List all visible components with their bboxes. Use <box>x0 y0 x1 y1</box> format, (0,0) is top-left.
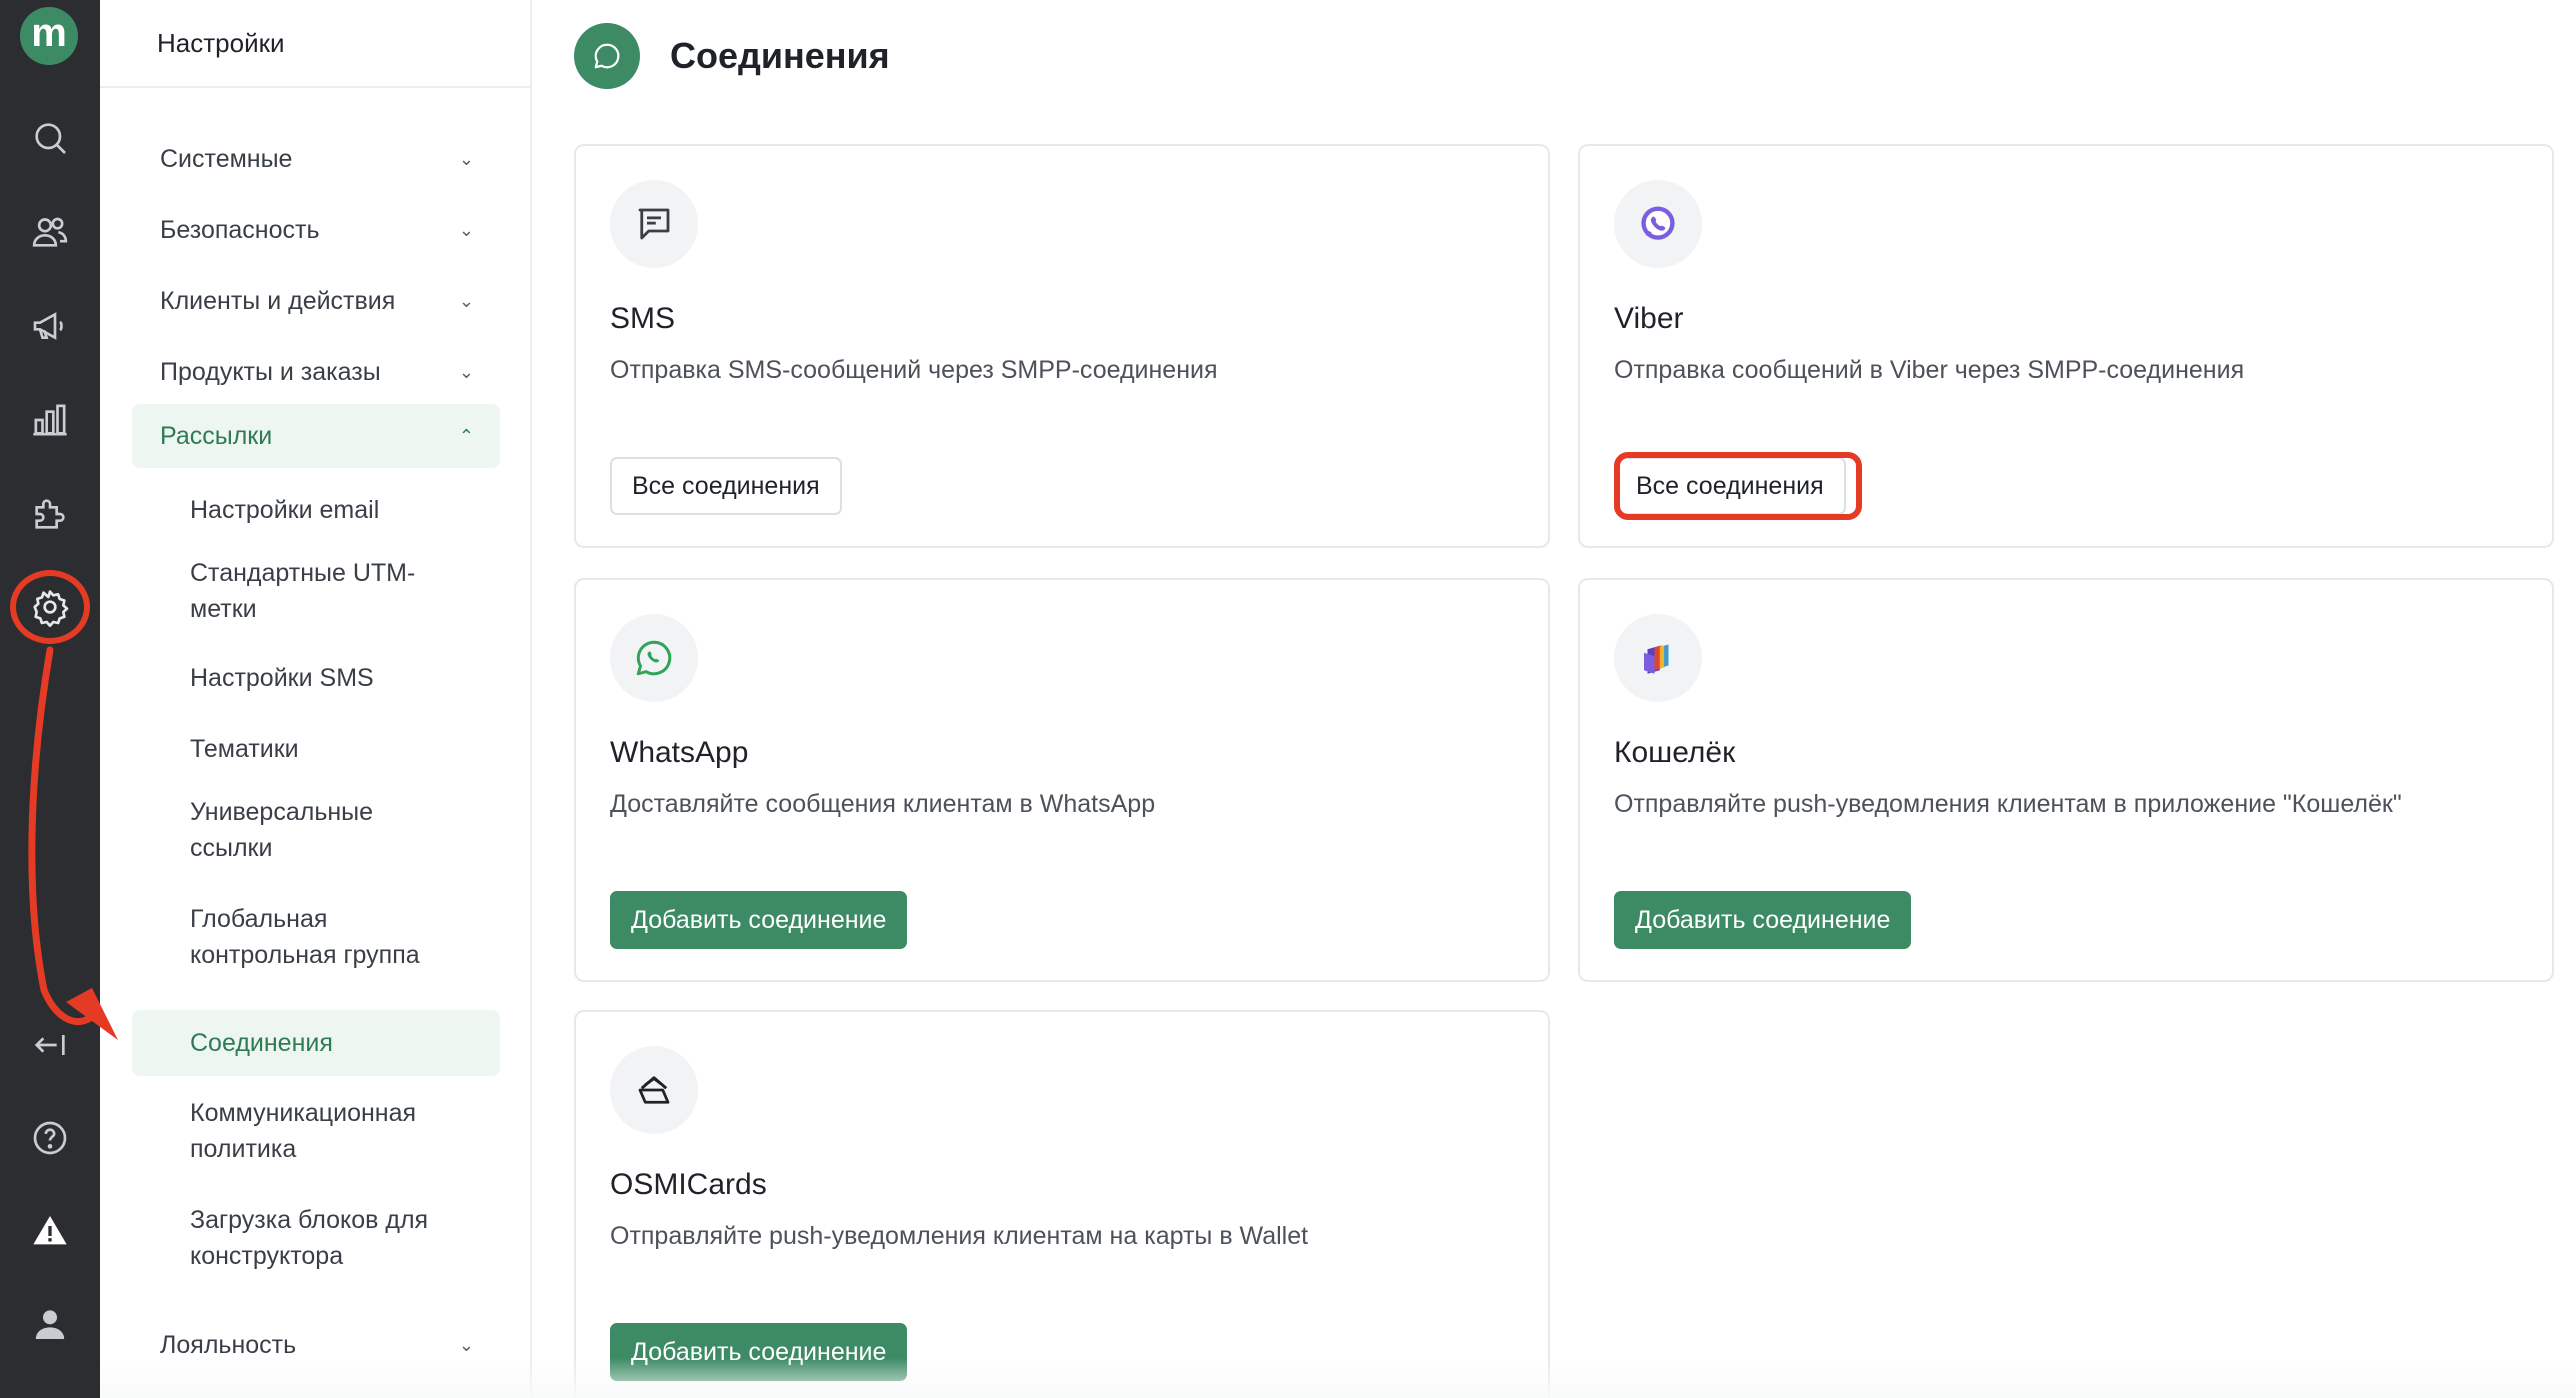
puzzle-icon[interactable] <box>0 474 100 554</box>
page-header: Соединения <box>574 22 890 90</box>
sub-item-label: Универсальные ссылки <box>190 798 374 862</box>
card-description: Доставляйте сообщения клиентам в WhatsAp… <box>610 790 1156 818</box>
nav-section-label: Лояльность <box>160 1331 297 1359</box>
card-title: Viber <box>1614 302 1684 335</box>
viber-icon <box>1614 180 1702 268</box>
warning-icon[interactable] <box>0 1191 100 1271</box>
sidebar-title: Настройки <box>100 0 530 88</box>
settings-icon[interactable] <box>0 567 100 647</box>
nav-section-label: Продукты и заказы <box>160 358 381 386</box>
collapse-icon[interactable] <box>0 1005 100 1085</box>
add-connection-button[interactable]: Добавить соединение <box>1614 891 1912 949</box>
sub-item-block-upload[interactable]: Загрузка блоков для конструктора <box>132 1193 500 1283</box>
megaphone-icon[interactable] <box>0 286 100 366</box>
nav-section-security[interactable]: Безопасность ⌄ <box>132 201 500 259</box>
search-icon[interactable] <box>0 98 100 178</box>
nav-section-loyalty[interactable]: Лояльность ⌄ <box>132 1316 500 1374</box>
sub-item-communication-policy[interactable]: Коммуникационная политика <box>132 1086 500 1176</box>
connection-card-sms: SMS Отправка SMS-сообщений через SMPP-со… <box>574 144 1550 548</box>
logo[interactable]: m <box>20 7 78 65</box>
card-title: OSMICards <box>610 1168 767 1201</box>
card-description: Отправляйте push-уведомления клиентам в … <box>1614 790 2402 818</box>
card-title: WhatsApp <box>610 736 749 769</box>
card-title: Кошелёк <box>1614 736 1736 769</box>
nav-section-label: Системные <box>160 145 293 173</box>
nav-section-label: Рассылки <box>160 422 273 450</box>
icon-rail: m <box>0 0 100 1398</box>
whatsapp-icon <box>610 614 698 702</box>
connection-card-koshelek: Кошелёк Отправляйте push-уведомления кли… <box>1578 578 2554 982</box>
chevron-up-icon: ⌃ <box>458 426 474 446</box>
sub-item-label: Настройки email <box>190 496 380 524</box>
message-icon <box>610 180 698 268</box>
sub-item-universal-links[interactable]: Универсальные ссылки <box>132 785 500 875</box>
sub-item-connections[interactable]: Соединения <box>132 1010 500 1076</box>
main-content: Соединения SMS Отправка SMS-сообщений че… <box>532 0 2576 1398</box>
nav-section-mailings[interactable]: Рассылки ⌃ <box>132 404 500 468</box>
all-connections-button[interactable]: Все соединения <box>610 457 842 515</box>
chevron-down-icon: ⌄ <box>458 291 474 311</box>
sub-item-email-settings[interactable]: Настройки email <box>132 478 500 542</box>
sub-item-topics[interactable]: Тематики <box>132 717 500 781</box>
all-connections-button[interactable]: Все соединения <box>1614 457 1846 515</box>
card-description: Отправка сообщений в Viber через SMPP-со… <box>1614 356 2245 384</box>
connection-card-osmicards: OSMICards Отправляйте push-уведомления к… <box>574 1010 1550 1398</box>
app-window: m Настройки Системные ⌄ Безопасность ⌄ К… <box>0 0 2576 1398</box>
chevron-down-icon: ⌄ <box>458 362 474 382</box>
wallet-app-icon <box>1614 614 1702 702</box>
connection-card-viber: Viber Отправка сообщений в Viber через S… <box>1578 144 2554 548</box>
cards-icon <box>610 1046 698 1134</box>
sub-item-label: Глобальная контрольная группа <box>190 905 420 969</box>
connection-card-whatsapp: WhatsApp Доставляйте сообщения клиентам … <box>574 578 1550 982</box>
card-title: SMS <box>610 302 676 335</box>
nav-section-label: Безопасность <box>160 216 320 244</box>
sub-item-label: Тематики <box>190 735 299 763</box>
sub-item-label: Настройки SMS <box>190 664 374 692</box>
nav-section-label: Клиенты и действия <box>160 287 396 315</box>
chevron-down-icon: ⌄ <box>458 1335 474 1355</box>
nav-section-system[interactable]: Системные ⌄ <box>132 130 500 188</box>
sub-item-label: Стандартные UTM-метки <box>190 559 416 623</box>
sub-item-sms-settings[interactable]: Настройки SMS <box>132 646 500 710</box>
add-connection-button[interactable]: Добавить соединение <box>610 891 908 949</box>
add-connection-button[interactable]: Добавить соединение <box>610 1323 908 1381</box>
sub-item-label: Коммуникационная политика <box>190 1099 417 1163</box>
page-title: Соединения <box>670 35 890 76</box>
logo-letter: m <box>31 11 67 55</box>
nav-section-clients[interactable]: Клиенты и действия ⌄ <box>132 272 500 330</box>
chat-bubble-icon <box>574 23 640 89</box>
sub-item-global-control-group[interactable]: Глобальная контрольная группа <box>132 892 500 982</box>
card-description: Отправляйте push-уведомления клиентам на… <box>610 1222 1309 1250</box>
bar-chart-icon[interactable] <box>0 380 100 460</box>
help-icon[interactable] <box>0 1098 100 1178</box>
users-icon[interactable] <box>0 192 100 272</box>
chevron-down-icon: ⌄ <box>458 220 474 240</box>
sub-item-label: Загрузка блоков для конструктора <box>190 1206 429 1270</box>
sub-item-label: Соединения <box>190 1029 333 1057</box>
nav-section-products[interactable]: Продукты и заказы ⌄ <box>132 343 500 401</box>
settings-sidebar: Настройки Системные ⌄ Безопасность ⌄ Кли… <box>100 0 532 1398</box>
sub-item-utm[interactable]: Стандартные UTM-метки <box>132 546 500 636</box>
chevron-down-icon: ⌄ <box>458 149 474 169</box>
user-icon[interactable] <box>0 1284 100 1364</box>
card-description: Отправка SMS-сообщений через SMPP-соедин… <box>610 356 1218 384</box>
